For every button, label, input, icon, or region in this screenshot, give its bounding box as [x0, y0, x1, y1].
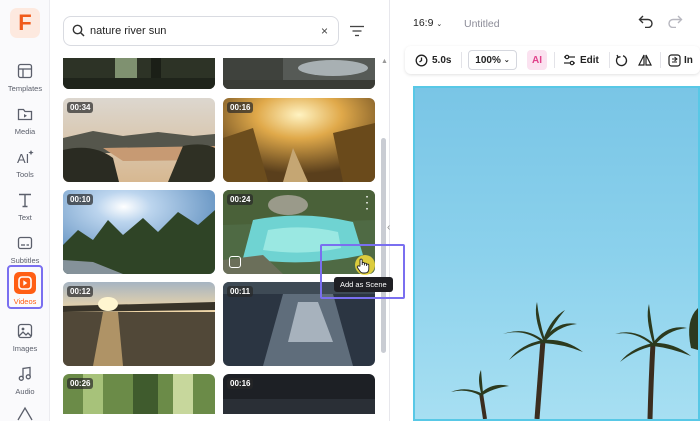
rail-label: Audio: [15, 387, 35, 396]
zoom-value: 100%: [475, 54, 501, 66]
toolbar-divider: [461, 52, 462, 68]
video-duration: 00:26: [67, 378, 94, 389]
editor-topbar: 16:9 ⌄ Untitled: [391, 0, 700, 44]
video-duration: 00:34: [67, 102, 94, 113]
duration-value: 5.0s: [432, 54, 452, 66]
video-thumbnail[interactable]: 00:12: [63, 282, 215, 366]
collapse-panel-icon[interactable]: ‹: [387, 222, 395, 242]
left-rail: F Templates Media AI Tools Text Subtitle…: [0, 0, 50, 421]
video-thumbnail[interactable]: 00:16: [223, 98, 375, 182]
rail-item-images[interactable]: Images: [0, 318, 50, 360]
document-title[interactable]: Untitled: [464, 18, 500, 30]
sliders-icon: [564, 54, 575, 66]
rail-item-media[interactable]: Media: [0, 101, 50, 143]
hand-cursor-icon: [356, 258, 370, 279]
video-duration: 00:24: [227, 194, 254, 205]
search-input[interactable]: nature river sun: [90, 25, 166, 37]
rail-label: Text: [18, 213, 32, 222]
animation-icon: [668, 53, 681, 67]
rail-label: Videos: [13, 297, 37, 306]
video-duration: 00:16: [227, 378, 254, 389]
chevron-down-icon: ⌄: [503, 57, 510, 64]
scroll-up-icon[interactable]: ▲: [381, 58, 388, 65]
duration-control[interactable]: 5.0s: [415, 52, 451, 68]
logo-letter: F: [18, 10, 32, 35]
video-canvas[interactable]: [413, 86, 700, 421]
video-thumbnail[interactable]: 00:34: [63, 98, 215, 182]
rail-label: Media: [14, 127, 36, 136]
audio-icon: [15, 364, 35, 384]
rail-label: Tools: [16, 170, 34, 179]
templates-icon: [15, 61, 35, 81]
toolbar-divider: [554, 52, 555, 68]
video-thumbnail[interactable]: 00:16: [223, 374, 375, 414]
rail-item-audio[interactable]: Audio: [0, 361, 50, 403]
aspect-ratio-label: 16:9: [413, 17, 434, 29]
videos-icon: [14, 272, 36, 294]
element-toolbar: 5.0s 100% ⌄ AI Edit In: [405, 46, 700, 74]
undo-icon[interactable]: [638, 14, 654, 33]
svg-text:AI: AI: [17, 151, 29, 165]
app-logo[interactable]: F: [10, 8, 40, 38]
video-duration: 00:16: [227, 102, 254, 113]
text-icon: [15, 190, 35, 210]
insert-button[interactable]: In: [668, 52, 693, 68]
more-rail-icon[interactable]: [16, 404, 34, 421]
filter-icon[interactable]: [346, 20, 368, 42]
more-options-icon[interactable]: · · ·: [366, 193, 369, 215]
clock-icon: [415, 54, 428, 66]
clear-search-icon[interactable]: ×: [321, 24, 328, 38]
search-icon: [72, 24, 85, 42]
rail-item-templates[interactable]: Templates: [0, 58, 50, 100]
rail-item-tools[interactable]: AI Tools: [0, 144, 50, 186]
chevron-down-icon: ⌄: [436, 21, 443, 28]
video-thumbnail[interactable]: 00:26: [63, 374, 215, 414]
redo-icon[interactable]: [667, 14, 683, 33]
rail-label: Images: [12, 344, 38, 353]
subtitles-icon: [15, 233, 35, 253]
rail-item-text[interactable]: Text: [0, 187, 50, 229]
rotate-icon[interactable]: [615, 52, 628, 68]
rail-label: Templates: [7, 84, 43, 93]
insert-label: In: [684, 54, 693, 66]
rail-label: Subtitles: [10, 256, 40, 265]
ai-tools-button[interactable]: AI: [527, 50, 547, 70]
ai-tools-icon: AI: [15, 147, 35, 167]
video-duration: 00:10: [67, 194, 94, 205]
video-thumbnail[interactable]: 00:10: [63, 190, 215, 274]
edit-button[interactable]: Edit: [563, 52, 599, 68]
search-box[interactable]: nature river sun ×: [63, 16, 339, 46]
video-thumbnail-partial[interactable]: [223, 58, 375, 89]
media-icon: [15, 104, 35, 124]
tooltip: Add as Scene: [334, 277, 393, 292]
add-as-scene-icon[interactable]: [229, 256, 241, 268]
images-icon: [15, 321, 35, 341]
flip-icon[interactable]: [638, 52, 652, 68]
edit-label: Edit: [580, 54, 599, 66]
video-duration: 00:12: [67, 286, 94, 297]
palm-trees-image: [451, 302, 698, 419]
toolbar-divider: [609, 52, 610, 68]
panel-scrollbar[interactable]: ▲: [381, 58, 388, 378]
zoom-dropdown[interactable]: 100% ⌄: [468, 50, 517, 70]
video-duration: 00:11: [227, 286, 254, 297]
video-thumbnail-partial[interactable]: [63, 58, 215, 89]
aspect-ratio-dropdown[interactable]: 16:9 ⌄: [413, 17, 442, 29]
toolbar-divider: [660, 52, 661, 68]
rail-item-videos[interactable]: Videos: [7, 265, 43, 309]
videos-panel: nature river sun × 00:34 00:16 00:10 00:…: [50, 0, 390, 421]
